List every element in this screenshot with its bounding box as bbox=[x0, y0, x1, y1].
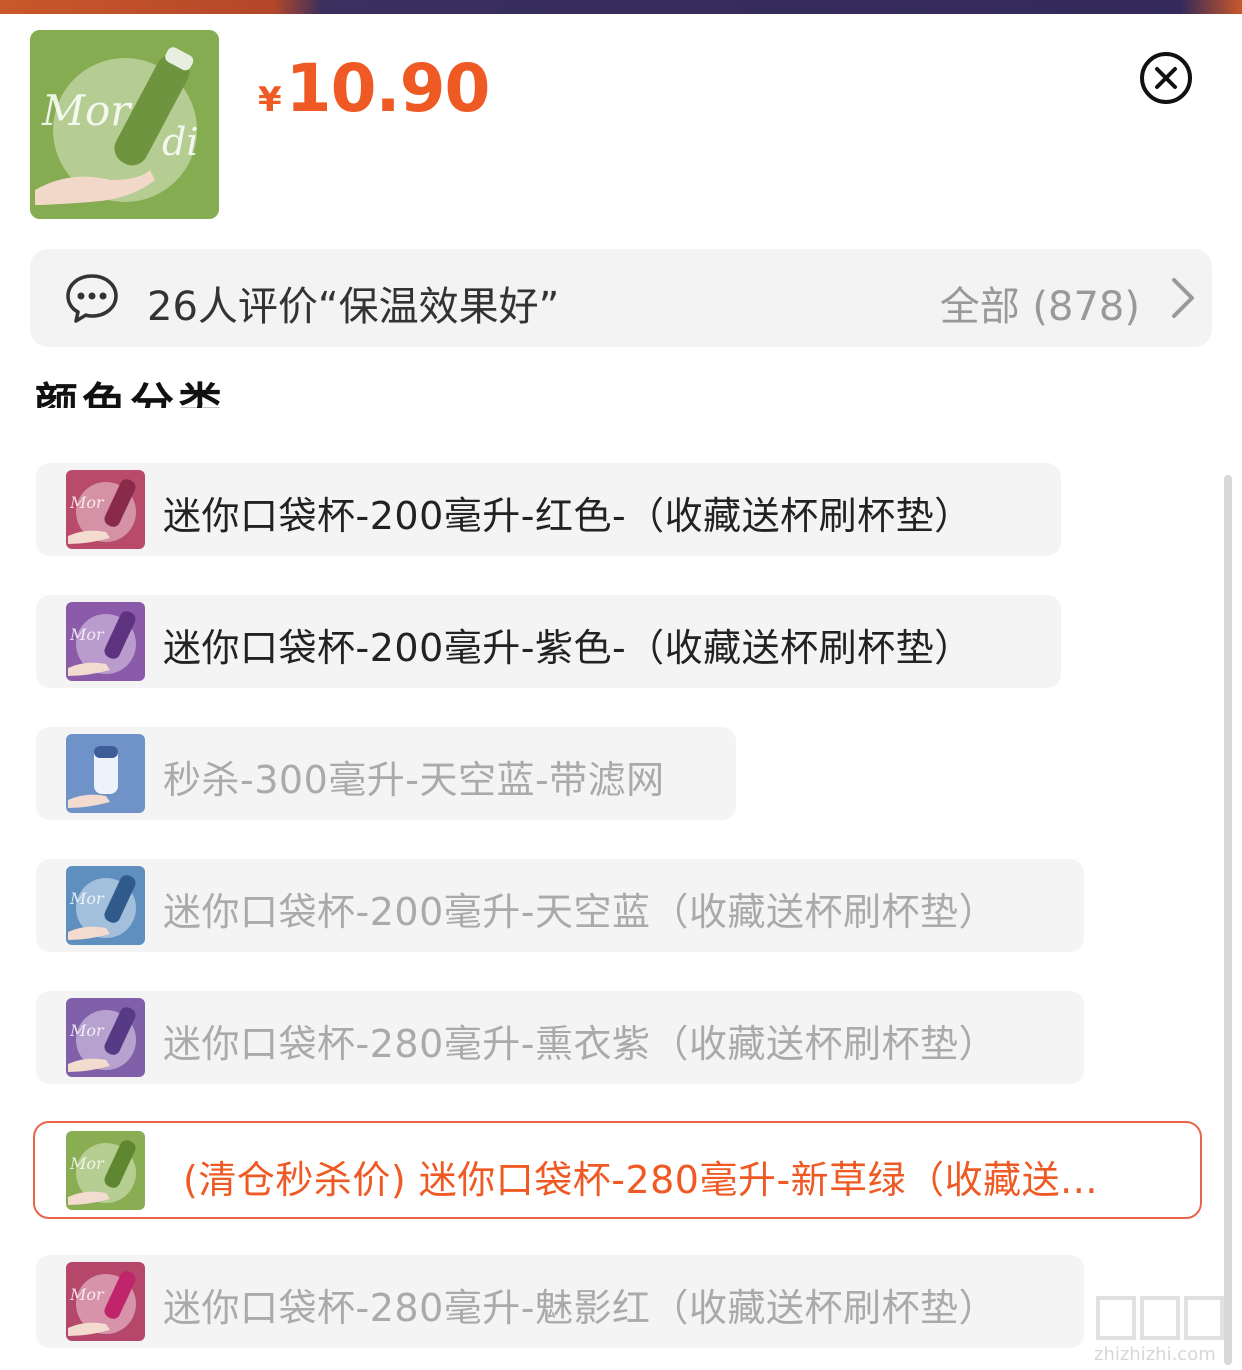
sku-option-label: 迷你口袋杯-200毫升-天空蓝（收藏送杯刷杯垫） bbox=[163, 890, 997, 934]
sku-option-thumbnail bbox=[66, 734, 145, 813]
sku-option-label: 迷你口袋杯-200毫升-紫色-（收藏送杯刷杯垫） bbox=[163, 626, 973, 670]
svg-text:Mor: Mor bbox=[69, 1154, 105, 1173]
svg-text:Mor: Mor bbox=[69, 889, 105, 908]
review-highlight-text: 26人评价“保温效果好” bbox=[147, 284, 560, 330]
section-title-color: 颜色分类 bbox=[34, 379, 226, 408]
sku-option-thumbnail: Mor bbox=[66, 470, 145, 549]
sku-option-label: 迷你口袋杯-280毫升-魅影红（收藏送杯刷杯垫） bbox=[163, 1286, 997, 1330]
sku-option-selected[interactable]: Mor (清仓秒杀价) 迷你口袋杯-280毫升-新草绿（收藏送... bbox=[33, 1121, 1202, 1219]
sku-option-thumbnail: Mor bbox=[66, 866, 145, 945]
background-banner-strip bbox=[0, 0, 1242, 14]
scrollbar[interactable] bbox=[1224, 475, 1232, 1365]
svg-text:Mor: Mor bbox=[69, 1285, 105, 1304]
all-reviews-link[interactable]: 全部 (878) bbox=[940, 274, 1140, 332]
product-image: Mor di bbox=[30, 30, 219, 219]
sku-option[interactable]: Mor 迷你口袋杯-200毫升-天空蓝（收藏送杯刷杯垫） bbox=[36, 859, 1084, 952]
product-thumbnail[interactable]: Mor di bbox=[30, 30, 219, 219]
svg-text:Mor: Mor bbox=[41, 86, 133, 135]
sku-option[interactable]: Mor 迷你口袋杯-280毫升-魅影红（收藏送杯刷杯垫） bbox=[36, 1255, 1084, 1348]
sku-option-label: 迷你口袋杯-280毫升-熏衣紫（收藏送杯刷杯垫） bbox=[163, 1022, 997, 1066]
price: ¥ 10.90 bbox=[258, 50, 491, 127]
watermark-logo-icon bbox=[1096, 1296, 1224, 1340]
svg-text:Mor: Mor bbox=[69, 493, 105, 512]
sku-option-thumbnail: Mor bbox=[66, 1131, 145, 1210]
sku-option[interactable]: 秒杀-300毫升-天空蓝-带滤网 bbox=[36, 727, 736, 820]
price-value: 10.90 bbox=[285, 50, 491, 127]
sku-option[interactable]: Mor 迷你口袋杯-200毫升-紫色-（收藏送杯刷杯垫） bbox=[36, 595, 1061, 688]
watermark: zhizhizhi.com bbox=[1092, 1288, 1232, 1368]
review-summary-bar[interactable]: 26人评价“保温效果好” 全部 (878) bbox=[30, 249, 1212, 347]
sku-option[interactable]: Mor 迷你口袋杯-200毫升-红色-（收藏送杯刷杯垫） bbox=[36, 463, 1061, 556]
sku-option-label: (清仓秒杀价) 迷你口袋杯-280毫升-新草绿（收藏送... bbox=[183, 1158, 1098, 1202]
svg-text:Mor: Mor bbox=[69, 625, 105, 644]
svg-text:Mor: Mor bbox=[69, 1021, 105, 1040]
watermark-text: zhizhizhi.com bbox=[1094, 1344, 1216, 1365]
sku-option-thumbnail: Mor bbox=[66, 998, 145, 1077]
sku-option[interactable]: Mor 迷你口袋杯-280毫升-熏衣紫（收藏送杯刷杯垫） bbox=[36, 991, 1084, 1084]
chevron-right-icon bbox=[1172, 278, 1194, 318]
sku-option-thumbnail: Mor bbox=[66, 602, 145, 681]
sku-option-label: 秒杀-300毫升-天空蓝-带滤网 bbox=[163, 758, 665, 802]
close-icon[interactable] bbox=[1139, 51, 1193, 105]
sku-option-thumbnail: Mor bbox=[66, 1262, 145, 1341]
chat-bubble-icon bbox=[66, 274, 118, 323]
svg-text:di: di bbox=[162, 120, 198, 164]
currency-symbol: ¥ bbox=[258, 80, 282, 120]
sku-option-label: 迷你口袋杯-200毫升-红色-（收藏送杯刷杯垫） bbox=[163, 494, 973, 538]
